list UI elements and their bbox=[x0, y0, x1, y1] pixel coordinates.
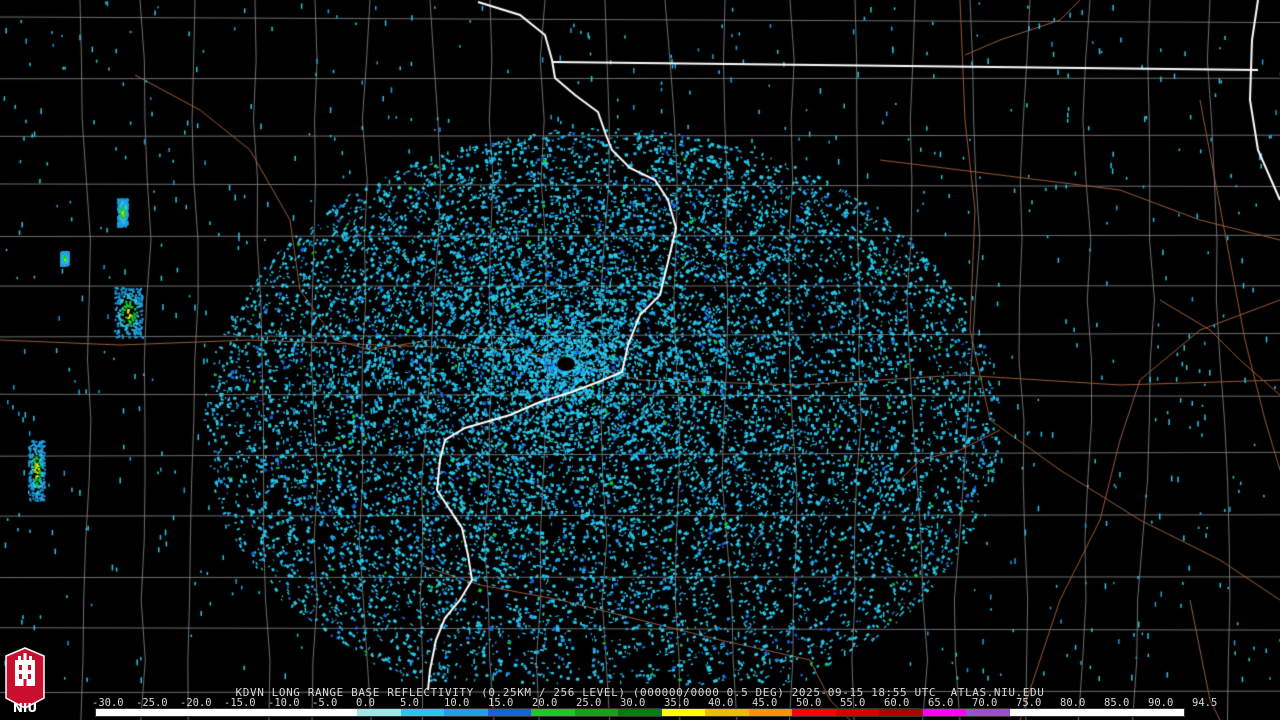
scale-label: 70.0 bbox=[972, 697, 998, 709]
scale-color-segment bbox=[226, 709, 271, 716]
scale-label: 40.0 bbox=[708, 697, 734, 709]
scale-label: -10.0 bbox=[268, 697, 300, 709]
scale-color-segment bbox=[444, 709, 488, 716]
scale-color-segment bbox=[183, 709, 227, 716]
scale-color-segment bbox=[139, 709, 184, 716]
niu-logo-text: NIU bbox=[12, 701, 38, 715]
scale-label: 25.0 bbox=[576, 697, 602, 709]
scale-label: -30.0 bbox=[92, 697, 124, 709]
scale-color-segment bbox=[487, 709, 532, 716]
scale-label: 35.0 bbox=[664, 697, 690, 709]
scale-label: 0.0 bbox=[356, 697, 375, 709]
scale-color-segment bbox=[531, 709, 575, 716]
scale-color-segment bbox=[748, 709, 793, 716]
scale-label: 80.0 bbox=[1060, 697, 1086, 709]
scale-color-segment bbox=[879, 709, 923, 716]
scale-color-segment bbox=[313, 709, 358, 716]
scale-label: 15.0 bbox=[488, 697, 514, 709]
scale-label: -25.0 bbox=[136, 697, 168, 709]
scale-label: 45.0 bbox=[752, 697, 778, 709]
radar-map bbox=[0, 0, 1280, 720]
scale-label: 20.0 bbox=[532, 697, 558, 709]
scale-label: 75.0 bbox=[1016, 697, 1042, 709]
scale-label: -20.0 bbox=[180, 697, 212, 709]
scale-color-segment bbox=[966, 709, 1010, 716]
scale-color-segment bbox=[1009, 709, 1054, 716]
scale-color-segment bbox=[1096, 709, 1141, 716]
scale-color-segment bbox=[705, 709, 749, 716]
scale-color-segment bbox=[1053, 709, 1097, 716]
scale-label: 55.0 bbox=[840, 697, 866, 709]
scale-label: 30.0 bbox=[620, 697, 646, 709]
scale-label: 5.0 bbox=[400, 697, 419, 709]
scale-label: -5.0 bbox=[312, 697, 338, 709]
scale-color-segment bbox=[661, 709, 706, 716]
scale-label: 50.0 bbox=[796, 697, 822, 709]
scale-label: 94.5 bbox=[1192, 697, 1218, 709]
scale-label: 10.0 bbox=[444, 697, 470, 709]
scale-label: -15.0 bbox=[224, 697, 256, 709]
scale-label: 60.0 bbox=[884, 697, 910, 709]
scale-color-segment bbox=[1140, 709, 1184, 716]
color-scale-bar bbox=[95, 708, 1185, 717]
scale-color-segment bbox=[96, 709, 140, 716]
scale-color-segment bbox=[270, 709, 314, 716]
scale-color-segment bbox=[400, 709, 445, 716]
scale-color-segment bbox=[357, 709, 401, 716]
scale-color-segment bbox=[574, 709, 619, 716]
scale-color-segment bbox=[618, 709, 662, 716]
scale-label: 85.0 bbox=[1104, 697, 1130, 709]
scale-color-segment bbox=[792, 709, 836, 716]
scale-label: 90.0 bbox=[1148, 697, 1174, 709]
scale-color-segment bbox=[922, 709, 967, 716]
scale-label: 65.0 bbox=[928, 697, 954, 709]
scale-color-segment bbox=[835, 709, 880, 716]
color-scale-labels: -30.0 -25.0 -20.0 -15.0 -10.0 -5.0 0.0 5.0 10.0 1… bbox=[92, 697, 1217, 709]
